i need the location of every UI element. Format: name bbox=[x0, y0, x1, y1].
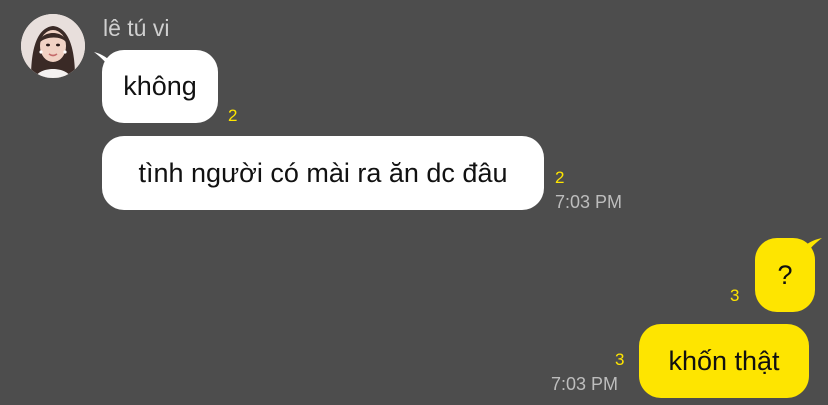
message-text: không bbox=[123, 71, 197, 101]
message-text: tình người có mài ra ăn dc đâu bbox=[138, 157, 508, 188]
incoming-message-bubble[interactable]: không bbox=[102, 50, 218, 123]
sender-name: lê tú vi bbox=[103, 15, 170, 41]
message-timestamp: 7:03 PM bbox=[551, 374, 619, 394]
unread-count: 3 bbox=[615, 350, 625, 369]
outgoing-bubble-tail bbox=[800, 238, 822, 258]
incoming-message-bubble[interactable]: tình người có mài ra ăn dc đâu bbox=[102, 136, 544, 210]
unread-count: 2 bbox=[555, 168, 565, 187]
message-text: khốn thật bbox=[668, 345, 780, 376]
unread-count: 3 bbox=[730, 286, 740, 305]
message-timestamp: 7:03 PM bbox=[555, 192, 623, 212]
unread-count: 2 bbox=[228, 106, 238, 125]
outgoing-message-bubble[interactable]: khốn thật bbox=[639, 324, 809, 398]
sender-avatar[interactable] bbox=[21, 14, 85, 78]
message-text: ? bbox=[777, 259, 793, 290]
